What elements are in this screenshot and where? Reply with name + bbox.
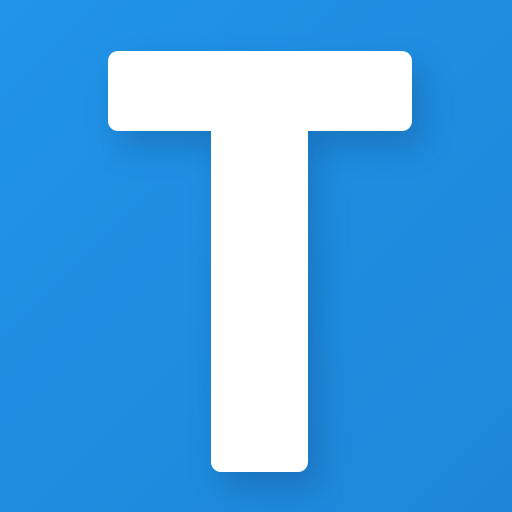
logo-letter-icon xyxy=(0,0,512,512)
app-logo-icon xyxy=(0,0,512,512)
letter-t-stem xyxy=(211,110,308,472)
